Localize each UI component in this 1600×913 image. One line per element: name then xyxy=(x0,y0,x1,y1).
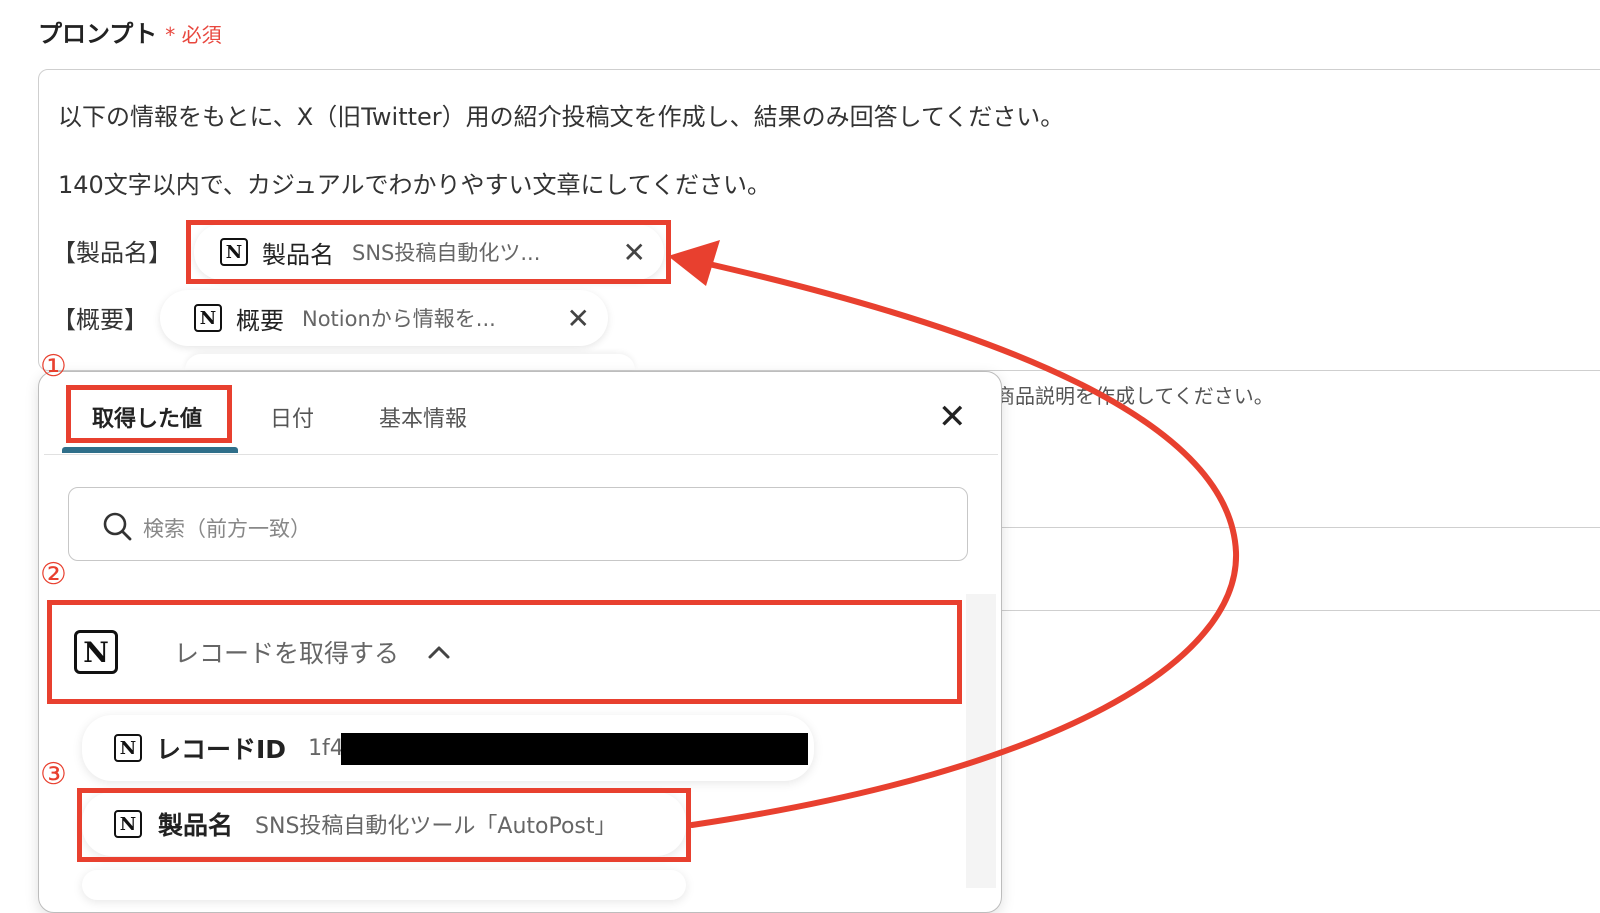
annotation-arrow xyxy=(668,240,1240,828)
